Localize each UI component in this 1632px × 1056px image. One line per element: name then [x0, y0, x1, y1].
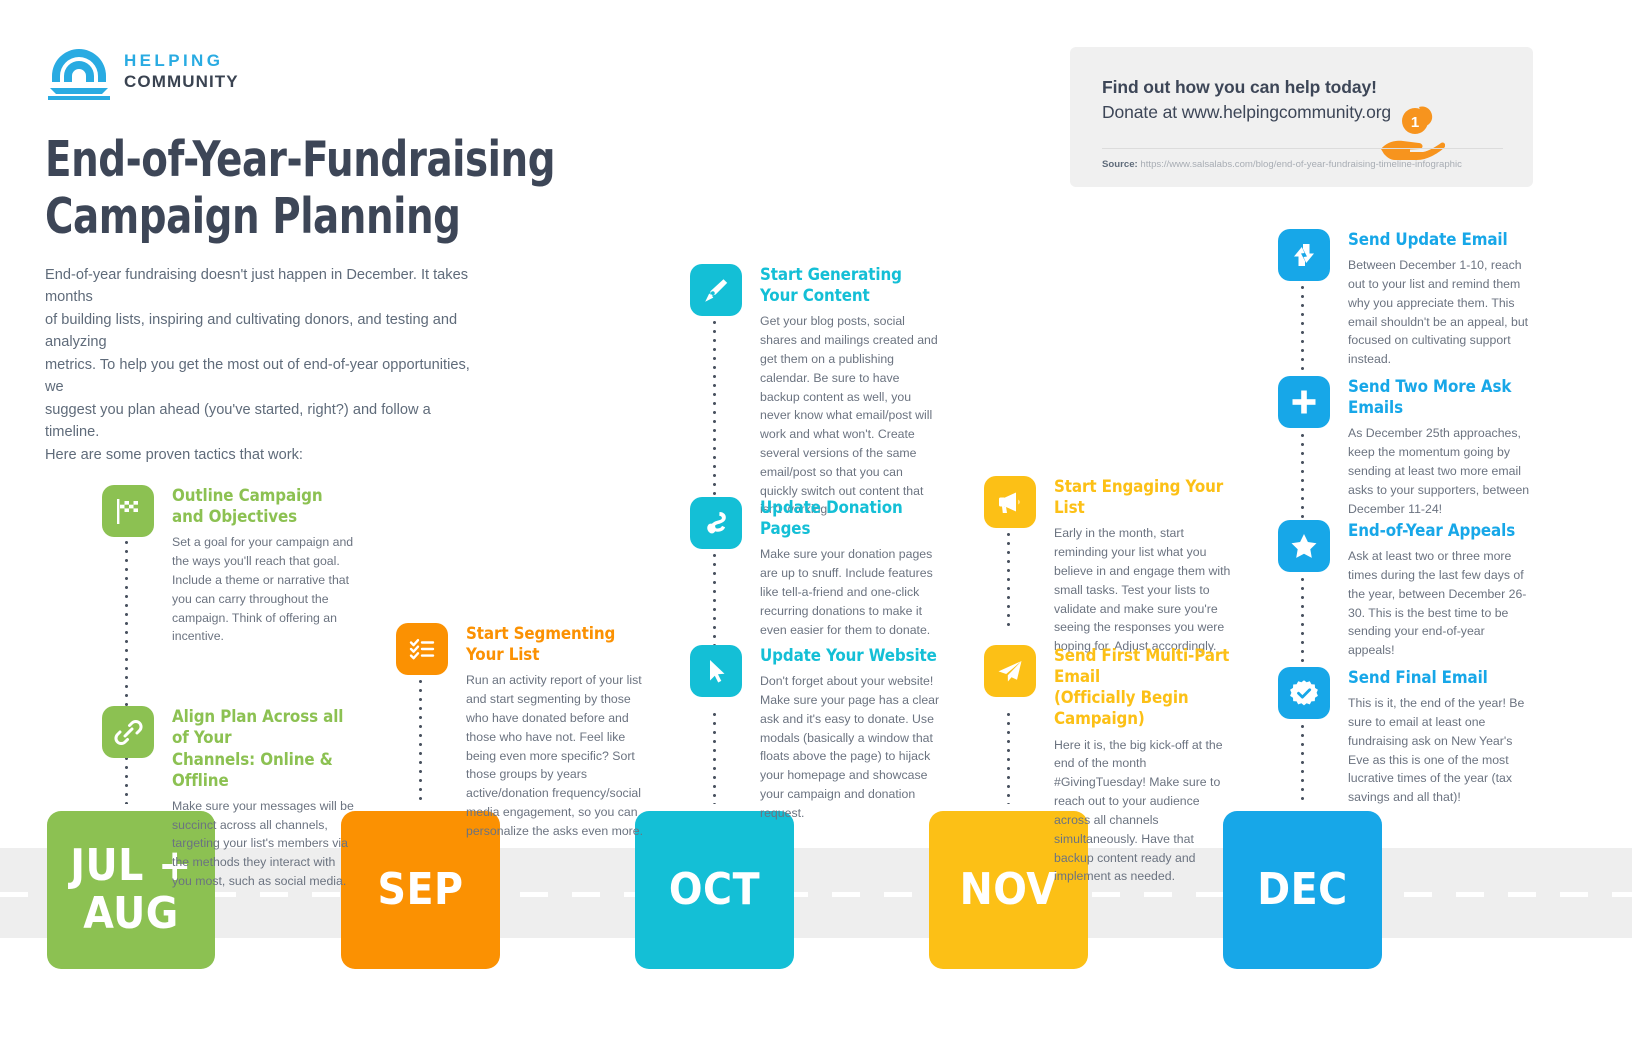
month-label: OCT	[668, 864, 761, 916]
column-sep: Start Segmenting Your List Run an activi…	[396, 623, 646, 841]
intro-paragraph: End-of-year fundraising doesn't just hap…	[45, 264, 470, 466]
paper-plane-icon	[984, 645, 1036, 697]
intro-line: End-of-year fundraising doesn't just hap…	[45, 267, 469, 306]
item-title: Send Final Email	[1348, 667, 1488, 687]
logo-line-2: COMMUNITY	[124, 72, 239, 91]
item-title: Send Update Email	[1348, 229, 1508, 249]
column-dec-3: End-of-Year Appeals Ask at least two or …	[1278, 520, 1530, 660]
timeline-item: Send First Multi-Part Email (Officially …	[984, 645, 1234, 886]
source-label: Source:	[1102, 159, 1138, 170]
star-icon	[1278, 520, 1330, 572]
column-oct-3: Update Your Website Don't forget about y…	[690, 645, 940, 823]
item-description: Set a goal for your campaign and the way…	[172, 535, 354, 644]
pen-nib-icon	[690, 264, 742, 316]
timeline-item: End-of-Year Appeals Ask at least two or …	[1278, 520, 1530, 660]
svg-text:1: 1	[1411, 114, 1419, 131]
column-dec-2: Send Two More Ask Emails As December 25t…	[1278, 376, 1530, 518]
item-description: Run an activity report of your list and …	[466, 673, 644, 838]
column-dec-4: Send Final Email This is it, the end of …	[1278, 667, 1530, 807]
column-nov-2: Send First Multi-Part Email (Officially …	[984, 645, 1234, 886]
road-center-line	[0, 892, 1632, 897]
page-title: End-of-Year-Fundraising Campaign Plannin…	[45, 131, 661, 246]
item-title: Start Engaging Your List	[1054, 476, 1224, 518]
timeline-item: Outline Campaign and Objectives Set a go…	[102, 485, 357, 646]
item-title: Start Segmenting Your List	[466, 623, 616, 665]
timeline-item: Start Engaging Your List Early in the mo…	[984, 476, 1234, 656]
timeline-item: Update Donation Pages Make sure your don…	[690, 497, 940, 639]
link-chain-icon	[102, 706, 154, 759]
item-description: Make sure your donation pages are up to …	[760, 547, 933, 637]
month-label: SEP	[377, 864, 464, 916]
item-description: Between December 1-10, reach out to your…	[1348, 258, 1529, 367]
item-title: Align Plan Across all of Your Channels: …	[172, 706, 344, 790]
item-description: Early in the month, start reminding your…	[1054, 526, 1231, 654]
page-title-line-1: End-of-Year-Fundraising	[45, 131, 556, 188]
page-title-line-2: Campaign Planning	[45, 187, 461, 245]
brand-logo: HELPING COMMUNITY	[48, 42, 239, 100]
refresh-arrows-icon	[1278, 229, 1330, 281]
item-description: This is it, the end of the year! Be sure…	[1348, 696, 1525, 805]
item-description: Don't forget about your website! Make su…	[760, 674, 940, 820]
intro-line: metrics. To help you get the most out of…	[45, 356, 470, 396]
column-dec: Send Update Email Between December 1-10,…	[1278, 229, 1530, 369]
month-block-oct[interactable]: OCT	[635, 811, 794, 969]
intro-line: of building lists, inspiring and cultiva…	[45, 311, 458, 351]
column-oct-2: Update Donation Pages Make sure your don…	[690, 497, 940, 639]
timeline-item: Start Segmenting Your List Run an activi…	[396, 623, 646, 841]
timeline-item: Update Your Website Don't forget about y…	[690, 645, 940, 823]
megaphone-icon	[984, 476, 1036, 528]
month-label: DEC	[1257, 864, 1348, 916]
item-title: Start Generating Your Content	[760, 264, 902, 306]
item-description: As December 25th approaches, keep the mo…	[1348, 426, 1530, 516]
timeline-item: Send Two More Ask Emails As December 25t…	[1278, 376, 1530, 518]
source-url: https://www.salsalabs.com/blog/end-of-ye…	[1140, 159, 1462, 170]
intro-line: suggest you plan ahead (you've started, …	[45, 401, 431, 441]
item-title: End-of-Year Appeals	[1348, 520, 1516, 540]
source-line: Source: https://www.salsalabs.com/blog/e…	[1102, 159, 1515, 170]
cursor-arrow-icon	[690, 645, 742, 697]
plus-icon	[1278, 376, 1330, 428]
arch-community-icon	[48, 42, 110, 100]
timeline-item: Send Final Email This is it, the end of …	[1278, 667, 1530, 807]
timeline-item: Align Plan Across all of Your Channels: …	[102, 706, 357, 891]
timeline-item: Start Generating Your Content Get your b…	[690, 264, 940, 519]
infographic-page: HELPING COMMUNITY End-of-Year-Fundraisin…	[0, 0, 1632, 1056]
donate-headline: Find out how you can help today!	[1102, 77, 1377, 97]
item-description: Here it is, the big kick-off at the end …	[1054, 737, 1223, 884]
timeline-item: Send Update Email Between December 1-10,…	[1278, 229, 1530, 369]
item-title: Update Donation Pages	[760, 497, 903, 539]
logo-line-1: HELPING	[124, 51, 224, 70]
item-title: Send First Multi-Part Email (Officially …	[1054, 645, 1230, 729]
item-description: Get your blog posts, social shares and m…	[760, 314, 938, 517]
item-title: Update Your Website	[760, 645, 937, 665]
column-nov: Start Engaging Your List Early in the mo…	[984, 476, 1234, 656]
item-description: Make sure your messages will be succinct…	[172, 798, 354, 889]
item-description: Ask at least two or three more times dur…	[1348, 549, 1527, 658]
checklist-icon	[396, 623, 448, 675]
hand-with-coin-icon: 1	[1379, 105, 1446, 161]
intro-line: Here are some proven tactics that work:	[45, 446, 303, 463]
item-title: Send Two More Ask Emails	[1348, 376, 1512, 418]
donate-divider	[1102, 148, 1503, 149]
check-badge-icon	[1278, 667, 1330, 719]
checkered-flag-icon	[102, 485, 154, 537]
column-oct: Start Generating Your Content Get your b…	[690, 264, 940, 519]
month-block-dec[interactable]: DEC	[1223, 811, 1382, 969]
donate-callout-box: Find out how you can help today! Donate …	[1070, 47, 1533, 187]
money-hand-icon	[690, 497, 742, 549]
item-title: Outline Campaign and Objectives	[172, 485, 323, 527]
column-jul-aug: Outline Campaign and Objectives Set a go…	[102, 485, 357, 891]
